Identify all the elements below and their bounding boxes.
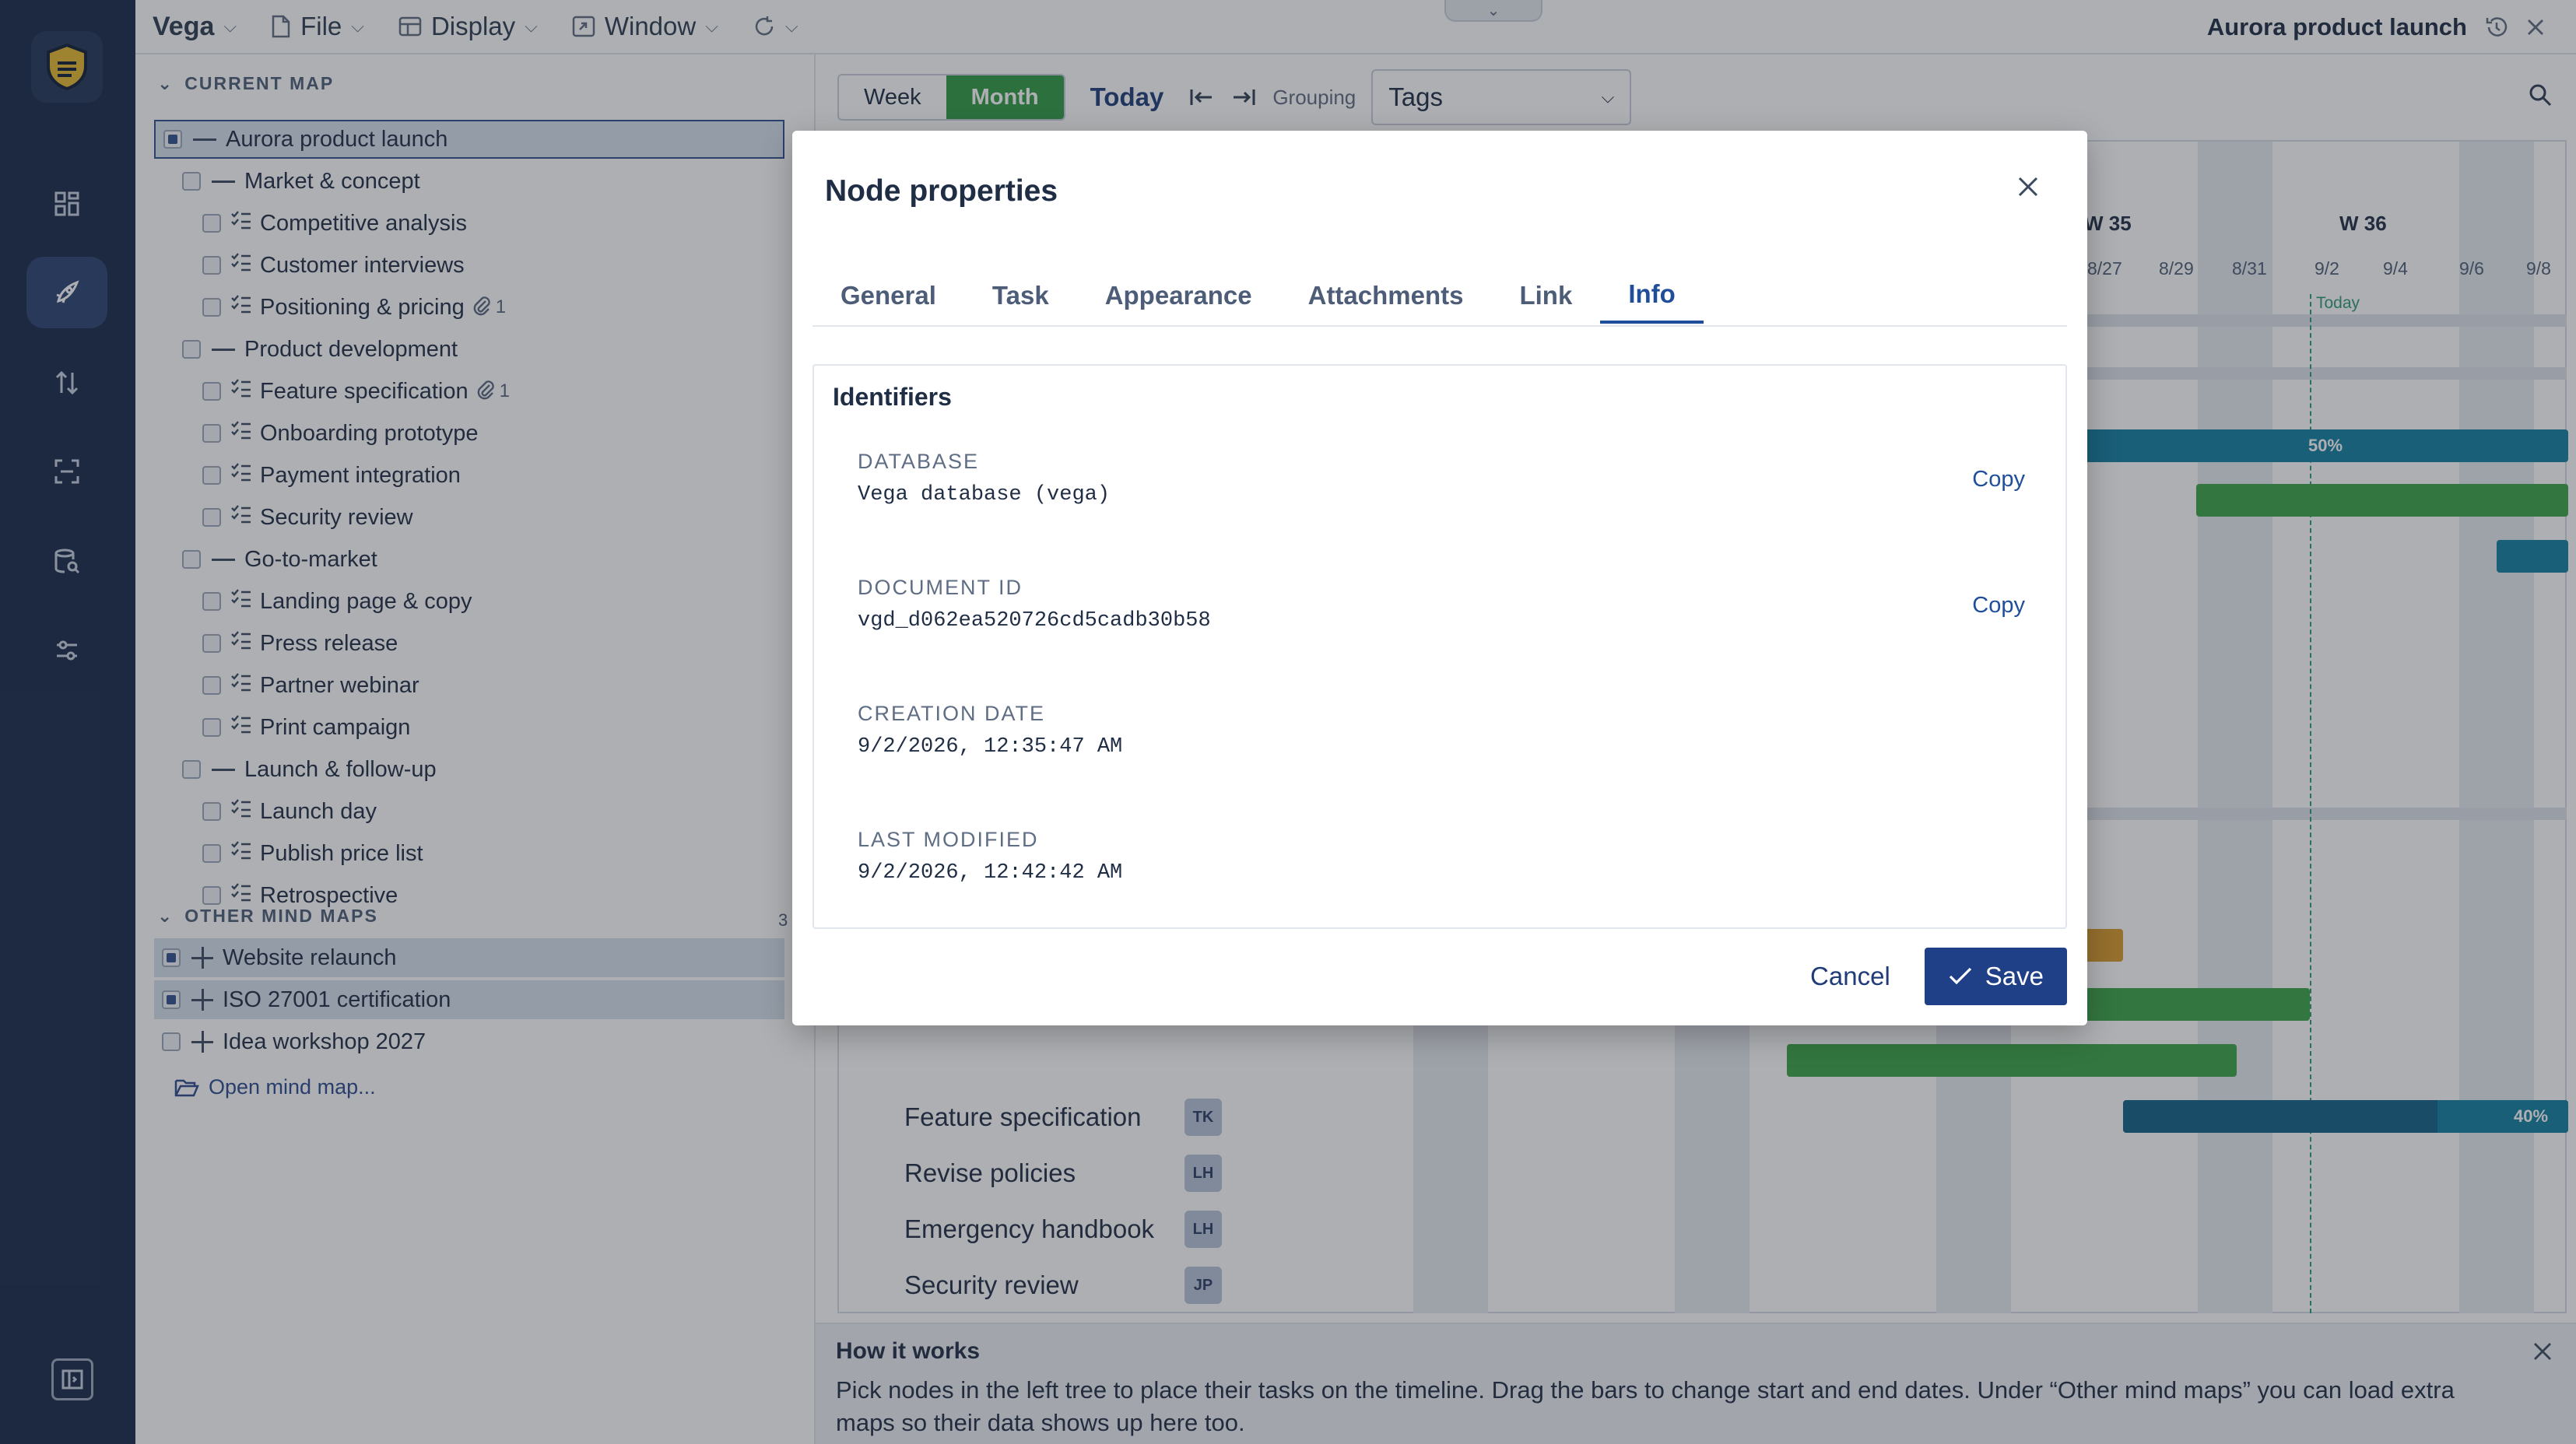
creation-date-field: CREATION DATE 9/2/2026, 12:35:47 AM [858,702,1122,759]
tab-attachments[interactable]: Attachments [1280,268,1492,324]
identifiers-title: Identifiers [833,383,952,411]
document-id-field: DOCUMENT ID vgd_d062ea520726cd5cadb30b58 [858,576,1211,633]
dialog-title: Node properties [825,174,1058,208]
node-properties-dialog: Node properties General Task Appearance … [792,131,2087,1025]
field-value: 9/2/2026, 12:42:42 AM [858,861,1123,885]
identifiers-panel: Identifiers DATABASE Vega database (vega… [812,364,2067,929]
dialog-footer: Cancel Save [1810,948,2067,1005]
tab-info[interactable]: Info [1600,268,1704,324]
field-value: vgd_d062ea520726cd5cadb30b58 [858,609,1211,633]
field-label: CREATION DATE [858,702,1046,725]
last-modified-field: LAST MODIFIED 9/2/2026, 12:42:42 AM [858,828,1122,885]
field-value: 9/2/2026, 12:35:47 AM [858,735,1123,759]
tab-appearance[interactable]: Appearance [1077,268,1280,324]
check-icon [1949,967,1971,985]
close-icon[interactable] [2016,174,2041,199]
tab-general[interactable]: General [812,268,964,324]
app-root: Vega ⌵ File ⌵ Display ⌵ Window ⌵ ⌵ Auror… [0,0,2576,1444]
database-field: DATABASE Vega database (vega) [858,450,1110,506]
cancel-button[interactable]: Cancel [1810,962,1890,991]
dialog-tabs: General Task Appearance Attachments Link… [812,268,2067,327]
save-label: Save [1985,962,2044,990]
field-value: Vega database (vega) [858,483,1111,506]
field-label: DATABASE [858,450,980,473]
save-button[interactable]: Save [1924,948,2067,1005]
tab-link[interactable]: Link [1491,268,1600,324]
copy-database-button[interactable]: Copy [1972,467,2025,492]
copy-document-id-button[interactable]: Copy [1972,593,2025,619]
field-label: LAST MODIFIED [858,828,1039,851]
tab-task[interactable]: Task [964,268,1077,324]
field-label: DOCUMENT ID [858,576,1023,599]
